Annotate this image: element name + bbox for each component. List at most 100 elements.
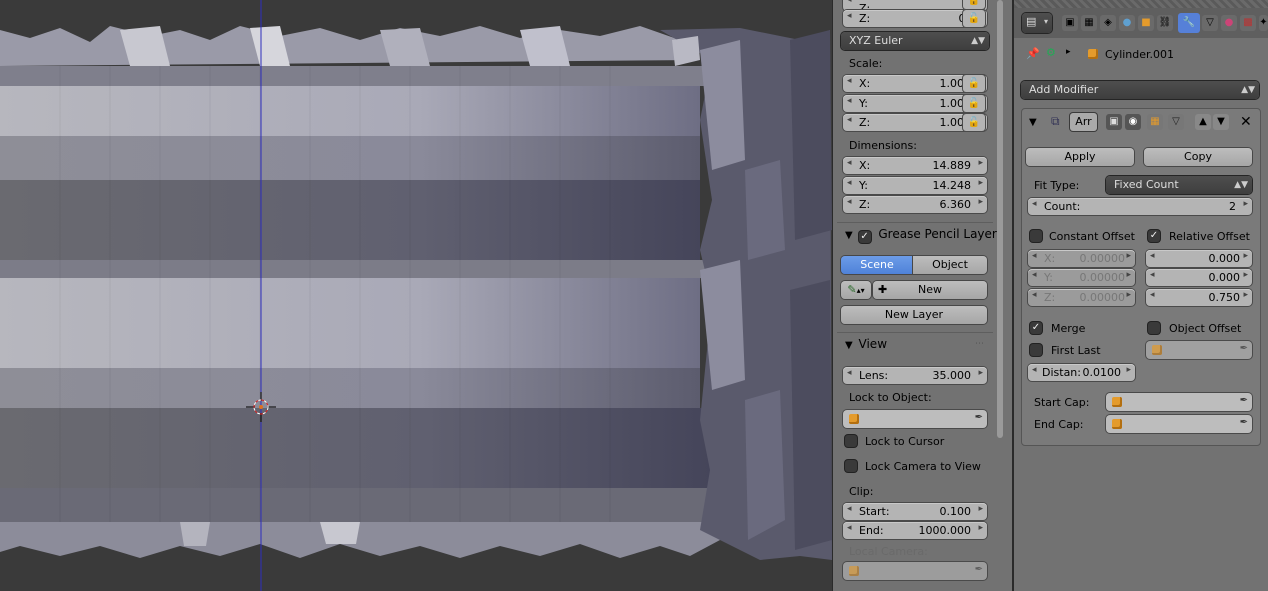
relative-x-field[interactable]: ◂ 0.000 ▸ bbox=[1146, 250, 1252, 267]
view-panel-header[interactable]: ▼ View bbox=[845, 337, 887, 359]
constant-z-label: Z: bbox=[1044, 291, 1056, 304]
clip-start-value: 0.100 bbox=[939, 505, 972, 518]
array-modifier-icon: ⧉ bbox=[1051, 114, 1060, 128]
dimension-z-field[interactable]: ◂ Z: 6.360 ▸ bbox=[843, 196, 987, 213]
eyedropper-icon[interactable]: ✒ bbox=[1240, 343, 1248, 354]
dimension-y-label: Y: bbox=[859, 179, 868, 192]
add-modifier-label: Add Modifier bbox=[1029, 83, 1099, 96]
constant-x-field[interactable]: ◂ X: 0.00000 ▸ bbox=[1028, 250, 1135, 267]
start-cap-label: Start Cap: bbox=[1034, 396, 1090, 409]
close-icon[interactable]: ✕ bbox=[1240, 114, 1252, 130]
constraints-tab-icon[interactable]: ⛓ bbox=[1157, 15, 1173, 31]
clip-end-field[interactable]: ◂ End: 1000.000 ▸ bbox=[843, 522, 987, 539]
render-toggle-icon[interactable]: ▣ bbox=[1106, 114, 1122, 130]
modifier-name-field[interactable]: Arr bbox=[1070, 113, 1097, 131]
scale-x-label: X: bbox=[859, 77, 871, 90]
properties-scrollbar[interactable] bbox=[997, 0, 1003, 438]
lock-icon[interactable]: 🔓 bbox=[963, 10, 985, 27]
object-offset-checkbox[interactable] bbox=[1148, 322, 1160, 334]
clip-start-field[interactable]: ◂ Start: 0.100 ▸ bbox=[843, 503, 987, 520]
merge-distance-field[interactable]: ◂ Distan: 0.0100 ▸ bbox=[1028, 364, 1135, 381]
render-layers-tab-icon[interactable]: ▦ bbox=[1081, 15, 1097, 31]
3d-viewport[interactable] bbox=[0, 0, 832, 591]
scale-y-label: Y: bbox=[859, 97, 868, 110]
pencil-brush-button[interactable]: ✎▴▾ bbox=[841, 281, 871, 299]
collapse-arrow-icon[interactable]: ▼ bbox=[1029, 117, 1037, 128]
lock-icon[interactable]: 🔓 bbox=[963, 75, 985, 92]
count-label: Count: bbox=[1044, 200, 1081, 213]
texture-tab-icon[interactable]: ▩ bbox=[1240, 15, 1256, 31]
merge-checkbox[interactable]: ✓ bbox=[1030, 322, 1042, 334]
lock-icon[interactable]: 🔓 bbox=[963, 0, 985, 9]
rotation-mode-dropdown[interactable]: XYZ Euler ▲▼ bbox=[841, 32, 989, 50]
constant-y-field[interactable]: ◂ Y: 0.00000 ▸ bbox=[1028, 269, 1135, 286]
constant-offset-checkbox[interactable] bbox=[1030, 230, 1042, 242]
modifiers-tab-icon[interactable]: 🔧 bbox=[1178, 13, 1200, 33]
object-cube-icon bbox=[1112, 419, 1122, 429]
scene-tab-icon[interactable]: ◈ bbox=[1100, 15, 1116, 31]
constant-x-label: X: bbox=[1044, 252, 1056, 265]
lock-camera-checkbox[interactable] bbox=[845, 460, 857, 472]
fit-type-dropdown[interactable]: Fixed Count ▲▼ bbox=[1106, 176, 1252, 194]
scale-label: Scale: bbox=[849, 57, 883, 70]
viewport-toggle-icon[interactable]: ◉ bbox=[1125, 114, 1141, 130]
start-cap-field[interactable]: ✒ bbox=[1106, 393, 1252, 411]
3d-cursor-icon[interactable] bbox=[246, 392, 276, 422]
first-last-checkbox[interactable] bbox=[1030, 344, 1042, 356]
add-modifier-dropdown[interactable]: Add Modifier ▲▼ bbox=[1021, 81, 1259, 99]
eyedropper-icon[interactable]: ✒ bbox=[1240, 395, 1248, 406]
eyedropper-icon[interactable]: ✒ bbox=[975, 412, 983, 423]
scale-z-label: Z: bbox=[859, 116, 871, 129]
lock-object-field[interactable]: ✒ bbox=[843, 410, 987, 428]
editmode-toggle-icon[interactable]: ▦ bbox=[1147, 114, 1163, 130]
particles-tab-icon[interactable]: ✦ bbox=[1259, 15, 1268, 31]
drag-handle-icon[interactable]: ⋯ bbox=[975, 339, 984, 349]
lens-field[interactable]: ◂ Lens: 35.000 ▸ bbox=[843, 367, 987, 384]
object-toggle[interactable]: Object bbox=[913, 256, 987, 274]
grease-pencil-header[interactable]: ▼ ✓ Grease Pencil Layers bbox=[845, 227, 1003, 249]
lock-icon[interactable]: 🔓 bbox=[963, 114, 985, 131]
data-tab-icon[interactable]: ▽ bbox=[1202, 15, 1218, 31]
material-tab-icon[interactable]: ● bbox=[1221, 15, 1237, 31]
relative-z-value: 0.750 bbox=[1208, 291, 1241, 304]
lock-icon[interactable]: 🔓 bbox=[963, 95, 985, 112]
dimension-y-field[interactable]: ◂ Y: 14.248 ▸ bbox=[843, 177, 987, 194]
lock-to-cursor-label: Lock to Cursor bbox=[865, 435, 945, 448]
editor-type-dropdown[interactable]: ▤ ▾ bbox=[1022, 13, 1052, 33]
constant-z-field[interactable]: ◂ Z: 0.00000 ▸ bbox=[1028, 289, 1135, 306]
offset-object-field[interactable]: ✒ bbox=[1146, 341, 1252, 359]
object-offset-label: Object Offset bbox=[1169, 322, 1242, 335]
relative-offset-checkbox[interactable]: ✓ bbox=[1148, 230, 1160, 242]
end-cap-label: End Cap: bbox=[1034, 418, 1084, 431]
new-layer-button[interactable]: New Layer bbox=[841, 306, 987, 324]
clip-end-value: 1000.000 bbox=[918, 524, 972, 537]
grease-pencil-checkbox[interactable]: ✓ bbox=[858, 231, 871, 243]
fit-type-label: Fit Type: bbox=[1034, 179, 1080, 192]
dimension-z-value: 6.360 bbox=[939, 198, 972, 211]
new-grease-pencil-button[interactable]: ✚ New bbox=[873, 281, 987, 299]
pin-icon[interactable]: 📌 bbox=[1026, 47, 1040, 60]
end-cap-field[interactable]: ✒ bbox=[1106, 415, 1252, 433]
relative-x-value: 0.000 bbox=[1208, 252, 1241, 265]
scene-toggle[interactable]: Scene bbox=[841, 256, 913, 274]
relative-y-field[interactable]: ◂ 0.000 ▸ bbox=[1146, 269, 1252, 286]
move-down-icon[interactable]: ▼ bbox=[1213, 114, 1229, 130]
world-tab-icon[interactable]: ● bbox=[1119, 15, 1135, 31]
dimension-y-value: 14.248 bbox=[932, 179, 972, 192]
object-tab-icon[interactable]: ■ bbox=[1138, 15, 1154, 31]
dimension-x-field[interactable]: ◂ X: 14.889 ▸ bbox=[843, 157, 987, 174]
render-tab-icon[interactable]: ▣ bbox=[1062, 15, 1078, 31]
move-up-icon[interactable]: ▲ bbox=[1195, 114, 1211, 130]
relative-offset-label: Relative Offset bbox=[1169, 230, 1250, 243]
eyedropper-icon[interactable]: ✒ bbox=[1240, 417, 1248, 428]
relative-z-field[interactable]: ◂ 0.750 ▸ bbox=[1146, 289, 1252, 306]
copy-button[interactable]: Copy bbox=[1144, 148, 1252, 166]
lock-camera-label: Lock Camera to View bbox=[865, 460, 981, 473]
lock-to-cursor-checkbox[interactable] bbox=[845, 435, 857, 447]
pencil-icon: ✎ bbox=[847, 283, 857, 296]
collapse-arrow-icon: ▼ bbox=[845, 230, 853, 241]
count-field[interactable]: ◂ Count: 2 ▸ bbox=[1028, 198, 1252, 215]
cage-toggle-icon[interactable]: ▽ bbox=[1168, 114, 1184, 130]
apply-button[interactable]: Apply bbox=[1026, 148, 1134, 166]
panel-divider bbox=[837, 332, 993, 333]
